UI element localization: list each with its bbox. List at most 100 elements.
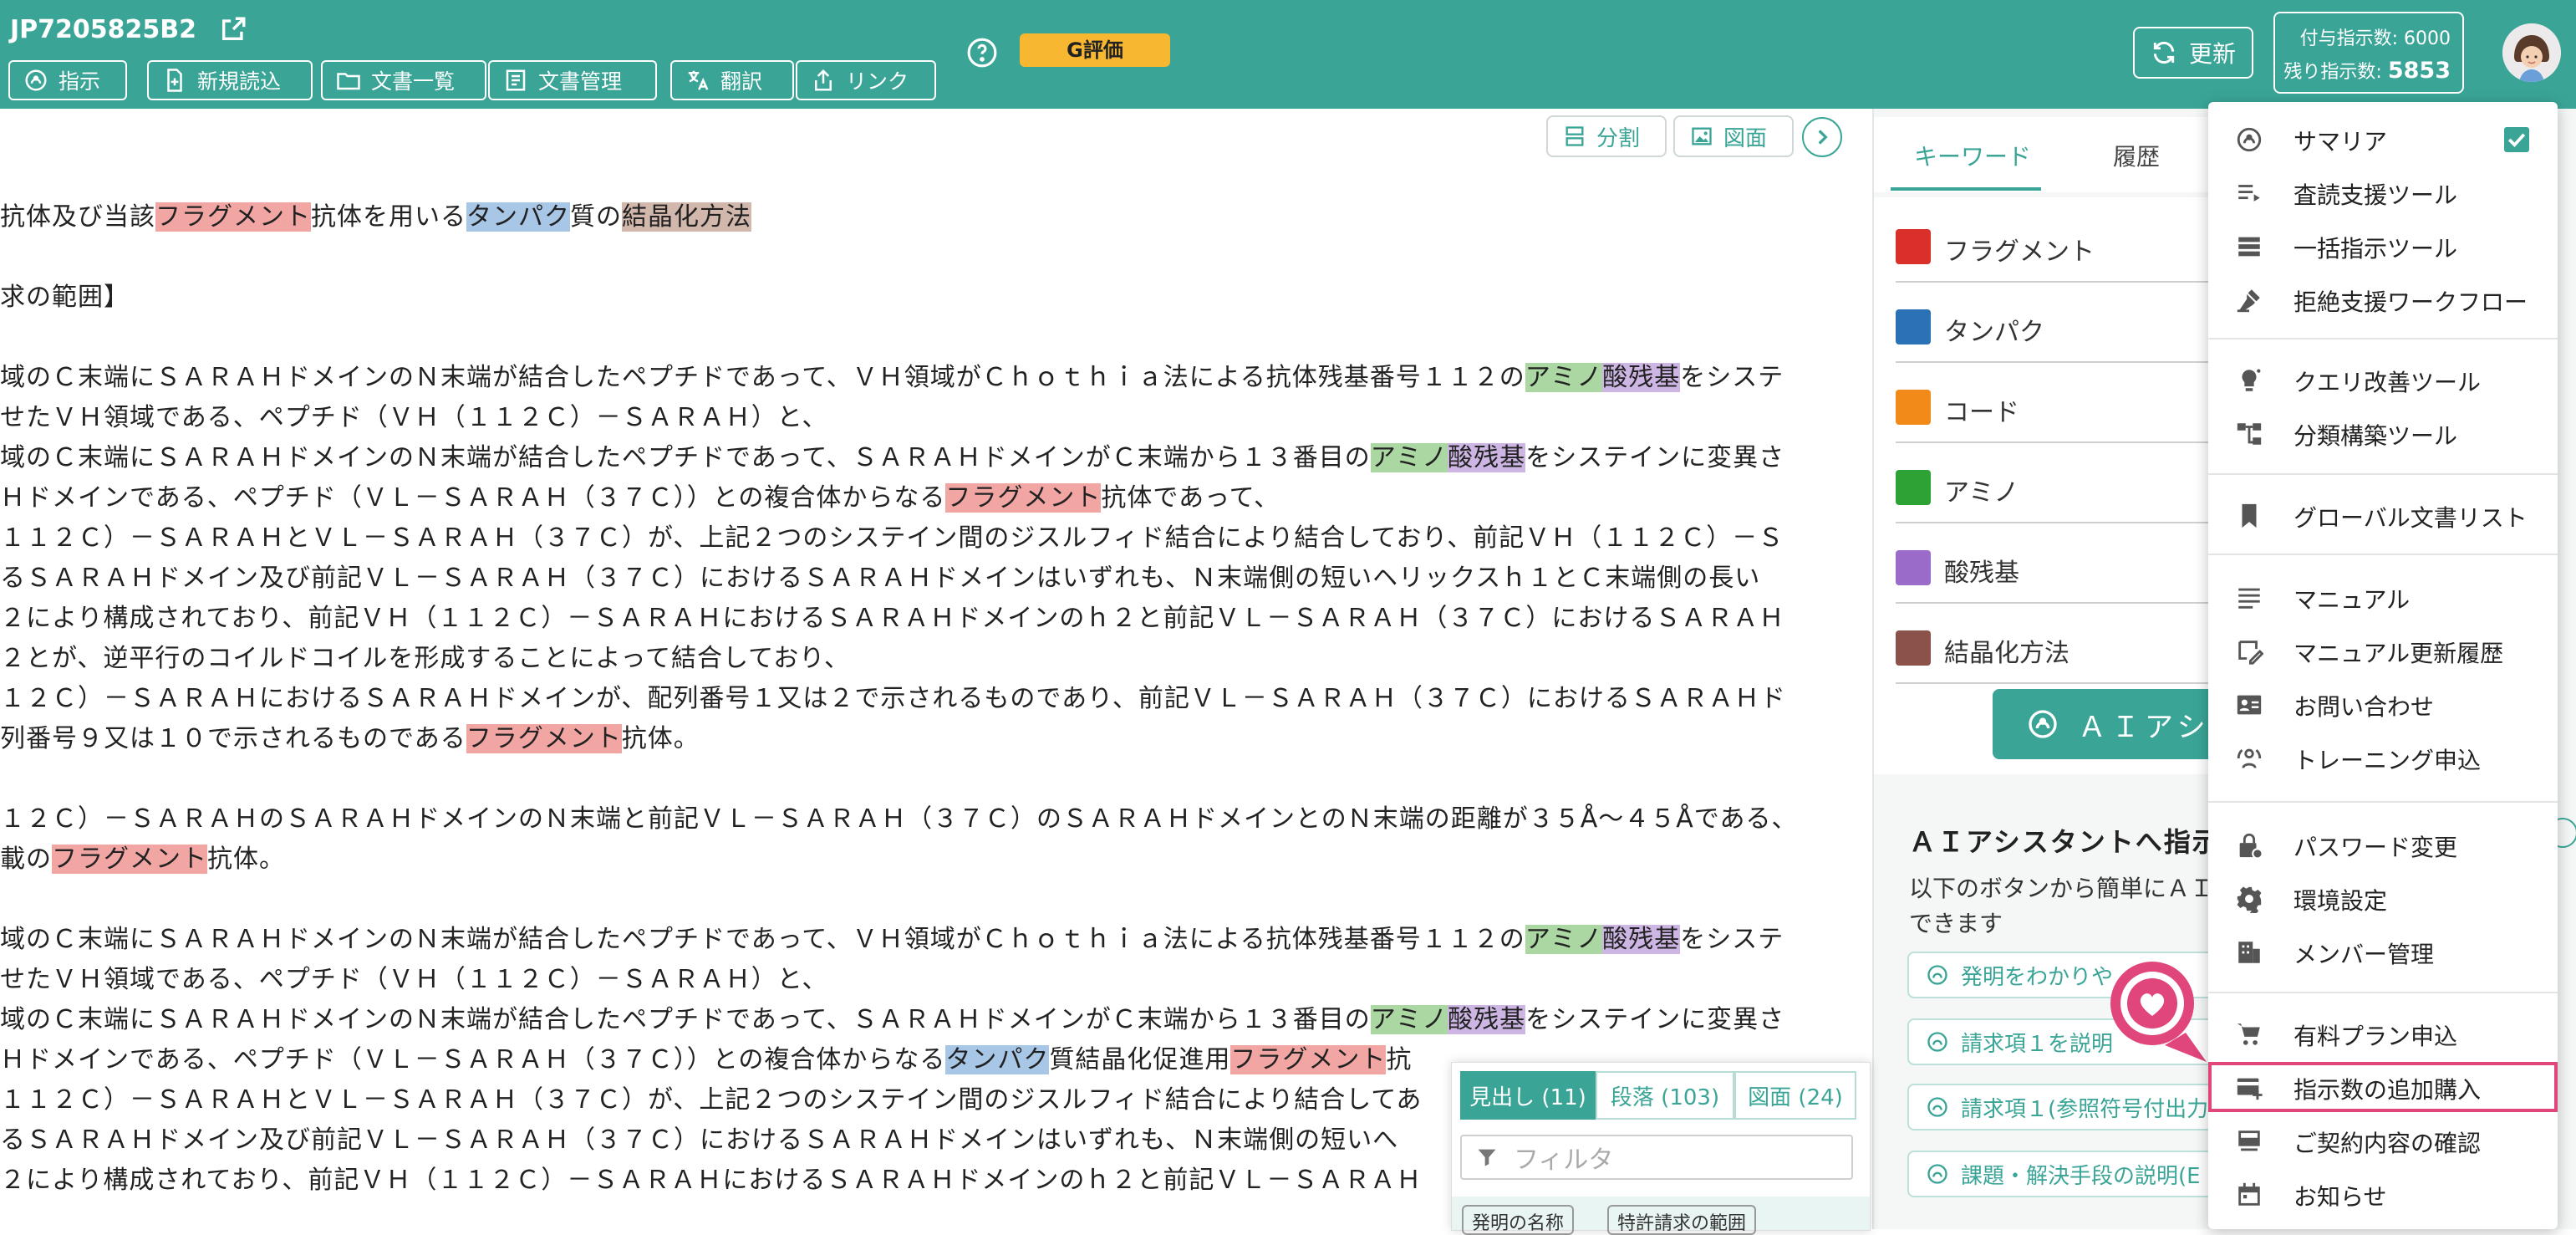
doc-text-segment: 抗体を用いる — [311, 202, 466, 232]
favorite-badge-icon[interactable] — [2106, 953, 2207, 1070]
building-icon — [2238, 942, 2260, 963]
split-button[interactable]: 分割 — [1546, 115, 1667, 157]
assistant-icon — [2029, 710, 2057, 738]
menu-item-manual-history[interactable]: マニュアル更新履歴 — [2208, 625, 2558, 676]
menu-item-query-tool[interactable]: クエリ改善ツール — [2208, 355, 2558, 405]
keyword-color-swatch[interactable] — [1896, 630, 1931, 666]
keyword-highlight-amino: アミノ — [1370, 443, 1448, 472]
assistant-icon — [1927, 965, 1947, 985]
keyword-label: 結晶化方法 — [1944, 639, 2069, 668]
avatar[interactable] — [2502, 23, 2561, 82]
menu-item-label: お知らせ — [2293, 1183, 2387, 1211]
link-label: リンク — [846, 69, 909, 94]
keyword-highlight-residue: 酸残基 — [1602, 363, 1681, 392]
menu-item-label: グローバル文書リスト — [2293, 504, 2528, 532]
menu-item-password[interactable]: パスワード変更 — [2208, 819, 2558, 870]
menu-item-buy-instructions[interactable]: 指示数の追加購入 — [2208, 1062, 2558, 1112]
next-button[interactable] — [1802, 117, 1842, 157]
keyword-highlight-residue: 酸残基 — [1448, 443, 1526, 472]
keyword-highlight-amino: アミノ — [1525, 925, 1603, 954]
keyword-highlight-residue: 酸残基 — [1448, 1005, 1526, 1034]
doc-text-segment: Ｈドメインである、ペプチド（ＶＬ－ＳＡＲＡＨ（３７Ｃ））との複合体からなる — [0, 1045, 946, 1074]
outline-tag[interactable]: 特許請求の範囲 — [1607, 1205, 1757, 1235]
menu-divider — [2208, 992, 2558, 993]
menu-item-classification-tool[interactable]: 分類構築ツール — [2208, 408, 2558, 458]
evaluation-badge[interactable]: G評価 — [1020, 33, 1170, 67]
assistant-icon — [2237, 127, 2262, 152]
keyword-item[interactable]: フラグメント — [1896, 221, 2247, 283]
doc-list-button[interactable]: 文書一覧 — [321, 60, 486, 100]
menu-item-summaria[interactable]: サマリア — [2208, 114, 2558, 164]
doc-text-segment: ２とが、逆平行のコイルドコイルを形成することによって結合しており、 — [0, 644, 850, 673]
keyword-item[interactable]: タンパク — [1896, 301, 2247, 363]
menu-item-global-doc-list[interactable]: グローバル文書リスト — [2208, 490, 2558, 540]
document-icon — [506, 69, 526, 91]
external-link-icon[interactable] — [219, 15, 247, 43]
menu-item-contact[interactable]: お問い合わせ — [2208, 679, 2558, 729]
menu-item-members[interactable]: メンバー管理 — [2208, 926, 2558, 977]
history-edit-icon — [2238, 640, 2263, 665]
doc-list-label: 文書一覧 — [371, 69, 456, 94]
keyword-item[interactable]: 酸残基 — [1896, 542, 2247, 604]
menu-item-label: 拒絶支援ワークフロー — [2293, 288, 2528, 316]
tab-keyword[interactable]: キーワード — [1914, 139, 2031, 172]
keyword-color-swatch[interactable] — [1896, 309, 1931, 344]
keyword-color-swatch[interactable] — [1896, 470, 1931, 505]
claims-heading: 求の範囲】 — [0, 283, 130, 312]
menu-item-bulk-tool[interactable]: 一括指示ツール — [2208, 221, 2558, 271]
outline-filter-input[interactable]: フィルタ — [1460, 1135, 1853, 1180]
menu-item-news[interactable]: お知らせ — [2208, 1169, 2558, 1219]
doc-text-segment: をシステインに変異さ — [1525, 443, 1785, 472]
help-icon[interactable] — [966, 37, 998, 69]
keyword-color-swatch[interactable] — [1896, 550, 1931, 585]
menu-item-review-tool[interactable]: 査読支援ツール — [2208, 167, 2558, 217]
update-button[interactable]: 更新 — [2133, 27, 2253, 79]
menu-item-contract[interactable]: ご契約内容の確認 — [2208, 1115, 2558, 1166]
doc-text-segment: 域のＣ末端にＳＡＲＡＨドメインのＮ末端が結合したペプチドであって、ＶＨ領域がＣｈ… — [0, 363, 1525, 392]
ai-prompt-chip[interactable]: 課題・解決手段の説明(E — [1907, 1151, 2225, 1197]
outline-popup: 見出し (11) 段落 (103) 図面 (24) フィルタ 発明の名称 特許請… — [1451, 1062, 1871, 1235]
doc-line: 載のフラグメント抗体。 — [0, 839, 1856, 880]
outline-tag[interactable]: 発明の名称 — [1462, 1205, 1575, 1235]
new-read-label: 新規読込 — [197, 69, 282, 94]
doc-line: 域のＣ末端にＳＡＲＡＨドメインのＮ末端が結合したペプチドであって、ＳＡＲＡＨドメ… — [0, 1000, 1856, 1040]
keyword-highlight-amino: アミノ — [1525, 363, 1603, 392]
new-read-button[interactable]: 新規読込 — [147, 60, 313, 100]
keyword-item[interactable]: アミノ — [1896, 462, 2247, 523]
menu-divider — [2208, 554, 2558, 555]
keyword-item[interactable]: 結晶化方法 — [1896, 622, 2247, 684]
link-button[interactable]: リンク — [796, 60, 936, 100]
figure-button[interactable]: 図面 — [1673, 115, 1794, 157]
tab-history[interactable]: 履歴 — [2113, 139, 2160, 172]
outline-tab-figures[interactable]: 図面 (24) — [1734, 1071, 1856, 1120]
filter-icon — [1478, 1149, 1496, 1166]
menu-item-paid-plan[interactable]: 有料プラン申込 — [2208, 1008, 2558, 1059]
menu-item-rejection-workflow[interactable]: 拒絶支援ワークフロー — [2208, 274, 2558, 324]
doc-manage-label: 文書管理 — [538, 69, 623, 94]
keyword-color-swatch[interactable] — [1896, 229, 1931, 264]
outline-tab-headings[interactable]: 見出し (11) — [1460, 1071, 1596, 1120]
doc-text-segment: るＳＡＲＡＨドメイン及び前記ＶＬ－ＳＡＲＡＨ（３７Ｃ）におけるＳＡＲＡＨドメイン… — [0, 1125, 1399, 1155]
menu-divider — [2208, 338, 2558, 339]
ai-prompt-chip-label: 請求項１を説明 — [1961, 1031, 2114, 1057]
keyword-highlight-protein: タンパク — [945, 1045, 1050, 1074]
menu-item-label: 一括指示ツール — [2293, 235, 2458, 263]
keyword-color-swatch[interactable] — [1896, 390, 1931, 425]
outline-tab-paragraphs[interactable]: 段落 (103) — [1596, 1071, 1734, 1120]
menu-item-label: パスワード変更 — [2293, 834, 2458, 861]
doc-text-segment: をシステインに変異さ — [1525, 1005, 1785, 1034]
doc-text-segment: １１２Ｃ）－ＳＡＲＡＨとＶＬ－ＳＡＲＡＨ（３７Ｃ）が、上記２つのシステイン間のジ… — [0, 1085, 1423, 1115]
doc-manage-button[interactable]: 文書管理 — [488, 60, 657, 100]
keyword-item[interactable]: コード — [1896, 381, 2247, 443]
assistant-icon — [1927, 1032, 1947, 1052]
menu-item-training[interactable]: トレーニング申込 — [2208, 732, 2558, 783]
instruct-button[interactable]: 指示 — [8, 60, 127, 100]
summaria-checkbox[interactable] — [2504, 127, 2529, 152]
ai-prompt-chip[interactable]: 請求項１(参照符号付出力 — [1907, 1084, 2225, 1130]
menu-item-manual[interactable]: マニュアル — [2208, 572, 2558, 622]
doc-text-segment: 載の — [0, 845, 52, 874]
menu-item-settings[interactable]: 環境設定 — [2208, 873, 2558, 923]
doc-text-segment: をシステ — [1680, 363, 1784, 392]
doc-text-segment: 抗体であって、 — [1101, 483, 1280, 513]
translate-button[interactable]: 翻訳 — [670, 60, 794, 100]
